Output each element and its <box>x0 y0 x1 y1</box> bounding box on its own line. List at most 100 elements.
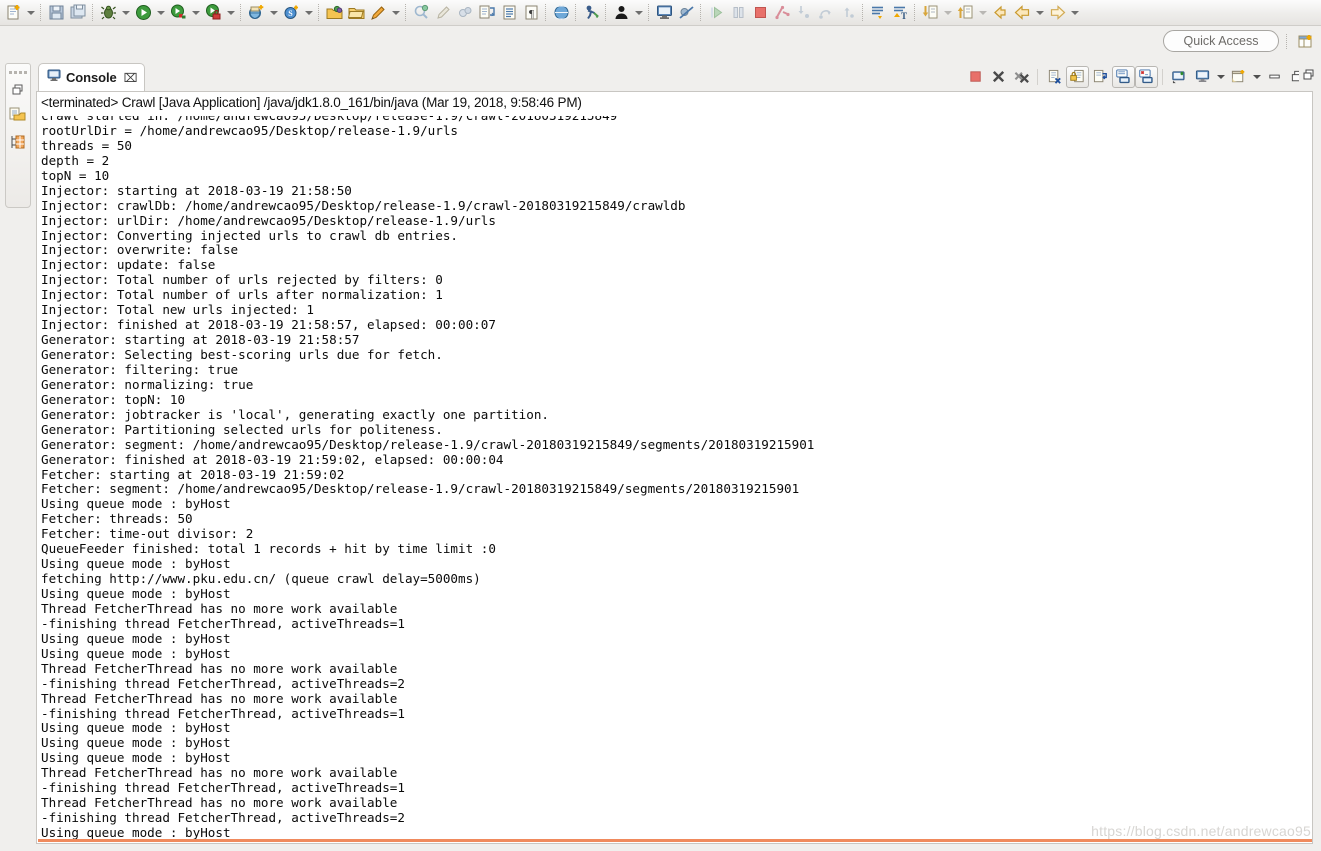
previous-annotation-icon[interactable]: T <box>889 2 911 24</box>
toolbar-separator <box>700 4 702 21</box>
open-console-dropdown[interactable] <box>1250 66 1263 88</box>
svg-text:T: T <box>901 11 907 21</box>
open-perspective-icon[interactable] <box>1295 30 1317 52</box>
stack-grip[interactable] <box>9 67 27 77</box>
save-icon[interactable] <box>45 2 67 24</box>
new-wizard-dropdown[interactable] <box>24 2 37 24</box>
show-list-icon[interactable] <box>498 2 520 24</box>
svg-text:¶: ¶ <box>529 8 534 20</box>
back-icon[interactable] <box>1011 2 1033 24</box>
next-edit-icon[interactable] <box>919 2 941 24</box>
toolbar-separator <box>92 4 94 21</box>
quick-access-row: Quick Access <box>0 26 1321 60</box>
display-selected-console-button[interactable] <box>1191 66 1214 88</box>
remove-launch-button[interactable] <box>987 66 1010 88</box>
open-browser-icon[interactable] <box>550 2 572 24</box>
console-body: <terminated> Crawl [Java Application] /j… <box>36 91 1313 844</box>
back-to-icon[interactable] <box>989 2 1011 24</box>
user-dropdown[interactable] <box>632 2 645 24</box>
step-return-icon[interactable] <box>837 2 859 24</box>
toolbar-separator <box>318 4 320 21</box>
new-annotation-icon[interactable] <box>367 2 389 24</box>
outline-view-icon[interactable] <box>7 129 29 155</box>
pin-console-button[interactable] <box>1168 66 1191 88</box>
run-dropdown[interactable] <box>154 2 167 24</box>
toolbar-separator <box>240 4 242 21</box>
open-task-icon[interactable] <box>345 2 367 24</box>
forward-icon[interactable] <box>1046 2 1068 24</box>
view-toolbar-separator <box>1162 68 1164 85</box>
tab-console-label: Console <box>66 70 117 85</box>
new-annotation-dropdown[interactable] <box>389 2 402 24</box>
coverage-dropdown[interactable] <box>189 2 202 24</box>
new-server-dropdown[interactable] <box>302 2 315 24</box>
open-type-icon[interactable] <box>323 2 345 24</box>
suspend-icon[interactable] <box>727 2 749 24</box>
toolbar-separator <box>648 4 650 21</box>
previous-edit-dropdown[interactable] <box>976 2 989 24</box>
restore-view-icon[interactable] <box>7 77 29 103</box>
run-icon[interactable] <box>132 2 154 24</box>
next-edit-dropdown[interactable] <box>941 2 954 24</box>
debug-icon[interactable] <box>97 2 119 24</box>
forward-dropdown[interactable] <box>1068 2 1081 24</box>
console-output-scroll[interactable]: crawl started in: /home/andrewcao95/Desk… <box>37 116 1312 843</box>
scroll-lock-button[interactable] <box>1066 65 1089 88</box>
view-tab-strip: Console ⌧ <box>36 62 1313 91</box>
step-over-icon[interactable] <box>815 2 837 24</box>
quick-access-input[interactable]: Quick Access <box>1163 30 1279 52</box>
bottom-accent-rule <box>38 839 1312 842</box>
next-annotation-icon[interactable] <box>867 2 889 24</box>
open-console-button[interactable] <box>1227 66 1250 88</box>
new-wizard-icon[interactable] <box>2 2 24 24</box>
toolbar-separator <box>545 4 547 21</box>
new-web-project-dropdown[interactable] <box>267 2 280 24</box>
skip-breakpoints-icon[interactable] <box>675 2 697 24</box>
toolbar-separator <box>40 4 42 21</box>
run-external-dropdown[interactable] <box>224 2 237 24</box>
show-console-on-output-button[interactable] <box>1112 65 1135 88</box>
back-dropdown[interactable] <box>1033 2 1046 24</box>
clear-console-button[interactable] <box>1043 66 1066 88</box>
close-icon[interactable]: ⌧ <box>124 72 138 84</box>
save-all-icon[interactable] <box>67 2 89 24</box>
word-wrap-button[interactable] <box>1089 66 1112 88</box>
terminate-button[interactable] <box>964 66 987 88</box>
toolbar-grip <box>1286 34 1289 49</box>
minimized-view-stack <box>5 63 31 208</box>
display-selected-console-dropdown[interactable] <box>1214 66 1227 88</box>
right-restore-icon[interactable] <box>1299 64 1319 86</box>
new-server-icon[interactable]: S <box>280 2 302 24</box>
disconnect-icon[interactable] <box>771 2 793 24</box>
launch-configuration-header: <terminated> Crawl [Java Application] /j… <box>41 95 582 110</box>
console-view-icon[interactable] <box>653 2 675 24</box>
search-icon[interactable] <box>410 2 432 24</box>
user-icon[interactable] <box>610 2 632 24</box>
step-into-icon[interactable] <box>793 2 815 24</box>
previous-edit-icon[interactable] <box>954 2 976 24</box>
debug-dropdown[interactable] <box>119 2 132 24</box>
pen-dim-icon[interactable] <box>432 2 454 24</box>
svg-text:S: S <box>288 9 293 18</box>
resume-icon[interactable] <box>705 2 727 24</box>
new-web-project-icon[interactable] <box>245 2 267 24</box>
bubbles-dim-icon[interactable] <box>454 2 476 24</box>
toolbar-separator <box>605 4 607 21</box>
run-last-tool-icon[interactable] <box>580 2 602 24</box>
show-console-on-error-button[interactable] <box>1135 65 1158 88</box>
paragraph-icon[interactable]: ¶ <box>520 2 542 24</box>
toolbar-separator <box>575 4 577 21</box>
remove-all-terminated-button[interactable] <box>1010 66 1033 88</box>
eclipse-window: S ¶ T Quick Access Console ⌧ <terminated… <box>0 0 1321 851</box>
package-explorer-icon[interactable] <box>7 103 29 129</box>
run-external-icon[interactable] <box>202 2 224 24</box>
tab-console[interactable]: Console ⌧ <box>38 63 146 91</box>
toolbar-separator <box>914 4 916 21</box>
right-edge-strip <box>1313 62 1321 844</box>
minimize-button[interactable] <box>1263 66 1286 88</box>
main-toolbar: S ¶ T <box>0 0 1321 26</box>
coverage-icon[interactable] <box>167 2 189 24</box>
terminate-icon[interactable] <box>749 2 771 24</box>
console-output-text[interactable]: crawl started in: /home/andrewcao95/Desk… <box>37 116 1312 841</box>
link-editor-icon[interactable] <box>476 2 498 24</box>
